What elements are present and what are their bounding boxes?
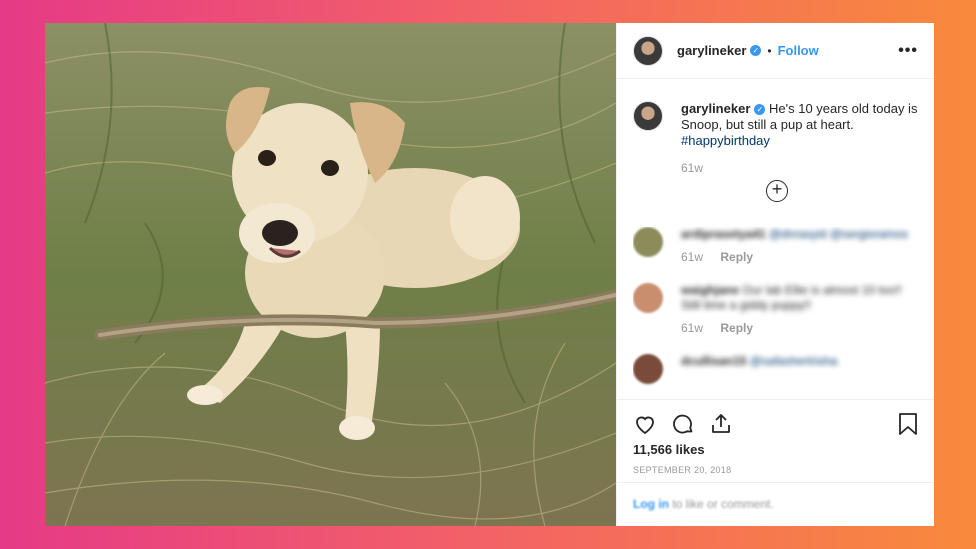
caption-text: garylineker ✓ He's 10 years old today is … bbox=[681, 101, 918, 149]
post-header: garylineker ✓ • Follow ••• bbox=[617, 23, 934, 79]
post-actions: 11,566 likes SEPTEMBER 20, 2018 bbox=[617, 399, 934, 475]
add-circle-icon[interactable]: + bbox=[766, 180, 788, 202]
post-date: SEPTEMBER 20, 2018 bbox=[633, 465, 732, 475]
comment-meta: 61w Reply bbox=[681, 321, 918, 336]
reply-button[interactable]: Reply bbox=[720, 321, 753, 335]
avatar[interactable] bbox=[633, 354, 663, 384]
caption-username[interactable]: garylineker bbox=[681, 101, 750, 116]
comment-mention[interactable]: @dnrasyid @sergioramos bbox=[769, 227, 908, 241]
username[interactable]: garylineker bbox=[677, 43, 746, 58]
share-icon[interactable] bbox=[709, 412, 733, 436]
instagram-post-embed: garylineker ✓ • Follow ••• garylineker ✓ … bbox=[45, 23, 934, 526]
comment-username[interactable]: waighjane bbox=[681, 283, 739, 297]
comments-list: ardiprasetya41 @dnrasyid @sergioramos 61… bbox=[633, 227, 918, 399]
verified-icon: ✓ bbox=[754, 104, 766, 115]
bookmark-icon[interactable] bbox=[898, 412, 918, 436]
avatar[interactable] bbox=[633, 227, 663, 257]
login-prompt-text: to like or comment. bbox=[669, 497, 774, 511]
follow-button[interactable]: Follow bbox=[778, 43, 819, 58]
comment-text: dcullisan15 @safashertrisha bbox=[681, 354, 918, 369]
comment-username[interactable]: ardiprasetya41 bbox=[681, 227, 766, 241]
caption-avatar[interactable] bbox=[633, 101, 663, 131]
reply-button[interactable]: Reply bbox=[720, 250, 753, 264]
comment-username[interactable]: dcullisan15 bbox=[681, 354, 746, 368]
comment-age: 61w bbox=[681, 250, 704, 264]
comment-text: waighjane Our lab Ellie is almost 10 too… bbox=[681, 283, 918, 313]
hashtag-link[interactable]: #happybirthday bbox=[681, 133, 770, 148]
list-item: dcullisan15 @safashertrisha bbox=[633, 354, 918, 384]
avatar[interactable] bbox=[633, 283, 663, 313]
caption: garylineker ✓ He's 10 years old today is … bbox=[617, 79, 934, 149]
comment-mention[interactable]: @safashertrisha bbox=[750, 354, 838, 368]
more-options-icon[interactable]: ••• bbox=[898, 42, 918, 60]
caption-age: 61w bbox=[681, 161, 704, 175]
verified-icon: ✓ bbox=[750, 45, 762, 56]
likes-count[interactable]: 11,566 likes bbox=[633, 442, 918, 457]
list-item: waighjane Our lab Ellie is almost 10 too… bbox=[633, 283, 918, 336]
separator-dot: • bbox=[767, 43, 772, 58]
comment-icon[interactable] bbox=[671, 412, 695, 436]
comment-meta: 61w Reply bbox=[681, 250, 918, 265]
avatar[interactable] bbox=[633, 35, 663, 66]
action-icons bbox=[633, 412, 918, 436]
login-prompt: Log in to like or comment. bbox=[617, 482, 934, 526]
post-photo[interactable] bbox=[45, 23, 616, 526]
post-side-panel: garylineker ✓ • Follow ••• garylineker ✓ … bbox=[616, 23, 934, 526]
login-link[interactable]: Log in bbox=[633, 497, 669, 511]
heart-icon[interactable] bbox=[633, 412, 657, 436]
comment-text: ardiprasetya41 @dnrasyid @sergioramos bbox=[681, 227, 918, 242]
list-item: ardiprasetya41 @dnrasyid @sergioramos 61… bbox=[633, 227, 918, 265]
comment-age: 61w bbox=[681, 321, 704, 335]
dog-photo-image bbox=[45, 23, 616, 526]
